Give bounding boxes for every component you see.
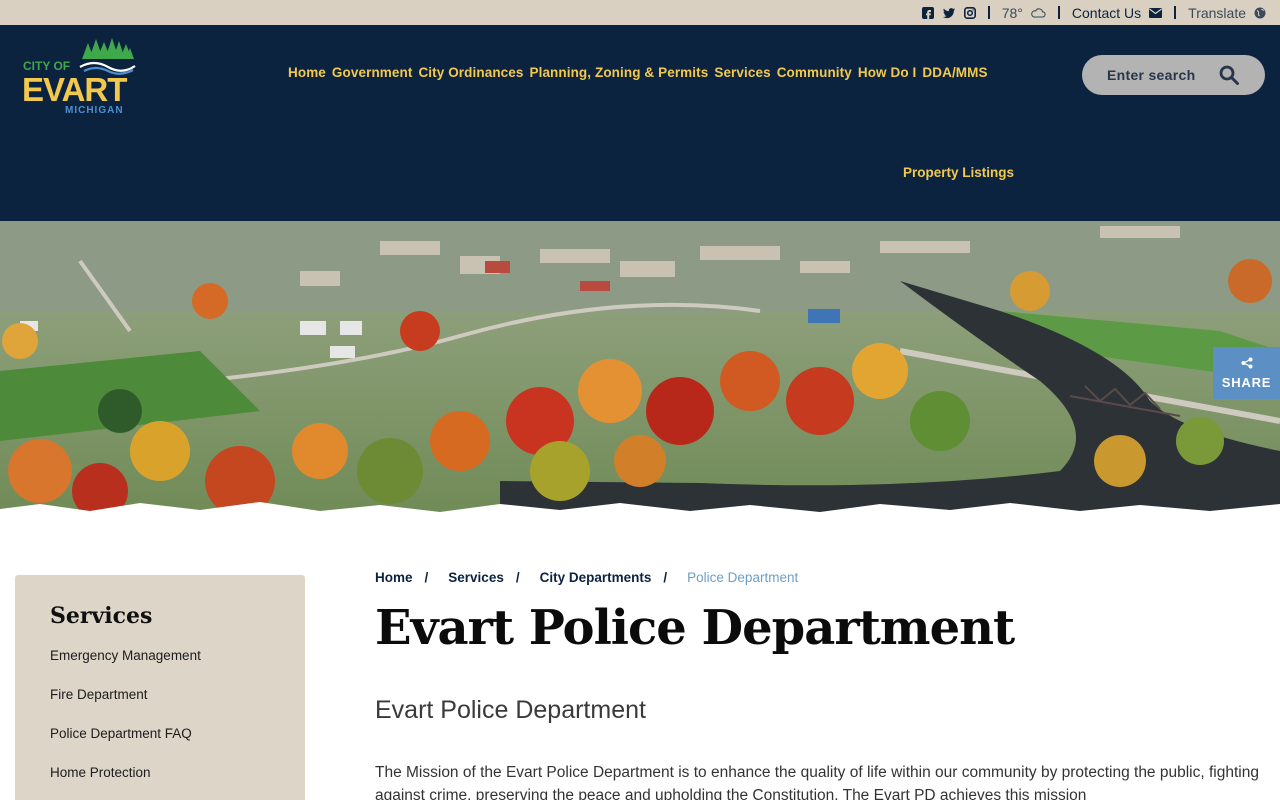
search-icon[interactable] <box>1219 65 1239 85</box>
utility-bar: 78° Contact Us Translate <box>0 0 1280 25</box>
sidebar-title: Services <box>50 603 153 629</box>
page-body-text: The Mission of the Evart Police Departme… <box>375 764 1259 800</box>
breadcrumb-separator: / <box>663 570 668 585</box>
nav-item-community[interactable]: Community <box>777 65 852 80</box>
translate-link[interactable]: Translate <box>1188 5 1266 21</box>
page-title: Evart Police Department <box>375 600 1015 656</box>
divider <box>1174 6 1177 19</box>
city-of-evart-logo[interactable]: CITY OF EVART MICHIGAN <box>22 37 137 117</box>
nav-item-property-listings[interactable]: Property Listings <box>903 165 1014 180</box>
page-subtitle: Evart Police Department <box>375 696 646 724</box>
sidebar-link-police-department-faq[interactable]: Police Department FAQ <box>50 725 270 764</box>
divider <box>987 6 990 19</box>
contact-us-link[interactable]: Contact Us <box>1071 4 1163 21</box>
envelope-icon <box>1149 7 1163 18</box>
nav-item-home[interactable]: Home <box>288 65 326 80</box>
nav-item-city-ordinances[interactable]: City Ordinances <box>418 65 523 80</box>
sidebar-link-home-protection[interactable]: Home Protection <box>50 764 270 800</box>
sidebar-links: Emergency Management Fire Department Polic… <box>50 647 270 800</box>
twitter-icon[interactable] <box>942 7 955 19</box>
breadcrumb-item-home[interactable]: Home <box>375 570 413 585</box>
search-placeholder: Enter search <box>1107 67 1196 83</box>
logo-trees <box>82 38 134 59</box>
sidebar: Services Emergency Management Fire Depart… <box>15 575 305 800</box>
nav-item-how-do-i[interactable]: How Do I <box>858 65 917 80</box>
breadcrumb-item-services[interactable]: Services <box>448 570 504 585</box>
site-header: CITY OF EVART MICHIGAN Home Government Cit… <box>0 25 1280 221</box>
breadcrumb-current: Police Department <box>687 570 799 585</box>
share-icon <box>1241 357 1252 368</box>
main-nav: Home Government City Ordinances Planning, Z… <box>288 65 1028 80</box>
globe-icon <box>1254 7 1266 18</box>
share-label: SHARE <box>1221 374 1272 390</box>
search-input[interactable]: Enter search <box>1082 55 1265 95</box>
breadcrumb: Home / Services / City Departments / Police De… <box>375 570 798 585</box>
logo-text-michigan: MICHIGAN <box>65 105 124 116</box>
logo-text-evart: EVART <box>22 71 127 108</box>
share-button[interactable]: SHARE <box>1213 347 1280 399</box>
facebook-icon[interactable] <box>921 6 934 19</box>
nav-item-government[interactable]: Government <box>332 65 413 80</box>
social-links <box>921 6 976 19</box>
breadcrumb-item-city-departments[interactable]: City Departments <box>540 570 652 585</box>
contact-us-label: Contact Us <box>1071 4 1142 21</box>
instagram-icon[interactable] <box>963 6 976 19</box>
nav-item-services[interactable]: Services <box>714 65 770 80</box>
translate-label: Translate <box>1188 4 1246 21</box>
weather-widget: 78° <box>1002 5 1046 21</box>
hero-image <box>0 221 1280 525</box>
hero-town-aerial-illustration <box>0 221 1280 525</box>
nav-item-planning-zoning-permits[interactable]: Planning, Zoning & Permits <box>529 65 708 80</box>
breadcrumb-separator: / <box>515 570 520 585</box>
divider <box>1057 6 1060 19</box>
main-nav-row: Home Government City Ordinances Planning, Z… <box>288 65 1028 80</box>
sidebar-link-fire-department[interactable]: Fire Department <box>50 686 270 725</box>
temperature: 78° <box>1001 4 1023 21</box>
sidebar-link-emergency-management[interactable]: Emergency Management <box>50 647 270 686</box>
nav-item-dda-mms[interactable]: DDA/MMS <box>922 65 987 80</box>
cloud-icon <box>1031 7 1046 18</box>
breadcrumb-separator: / <box>424 570 429 585</box>
